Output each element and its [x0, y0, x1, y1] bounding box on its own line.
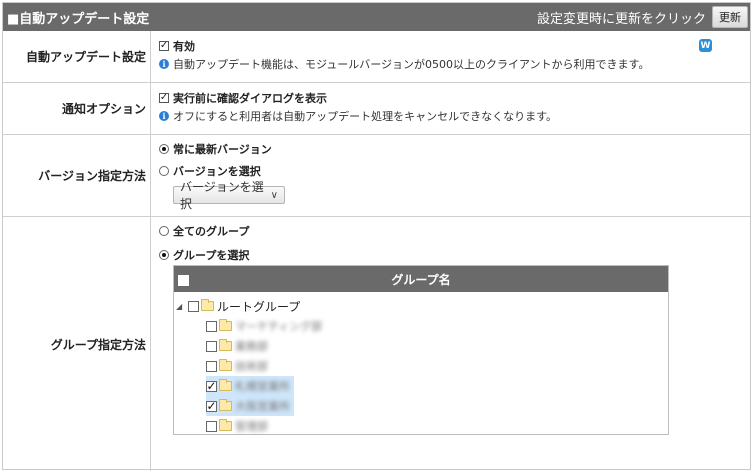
row-notify-option: 通知オプション ✓ 実行前に確認ダイアログを表示 i オフにすると利用者は自動ア…: [3, 83, 750, 135]
panel-header: ■自動アップデート設定 設定変更時に更新をクリック 更新: [3, 3, 750, 31]
tree-item-selected[interactable]: ✓ 大阪営業所: [206, 396, 294, 416]
auto-update-info-text: 自動アップデート機能は、モジュールバージョンが0500以上のクライアントから利用…: [173, 58, 650, 71]
info-icon: i: [159, 59, 169, 69]
tree-item-label: マーケティング部: [235, 320, 323, 333]
row-group-method: グループ指定方法 全てのグループ グループを選択 グループ名 ◢ ルートグループ…: [3, 217, 750, 471]
update-button[interactable]: 更新: [712, 6, 748, 28]
tree-checkbox[interactable]: [206, 340, 217, 352]
chevron-down-icon: ∨: [270, 189, 278, 201]
tree-item[interactable]: マーケティング部: [206, 316, 322, 336]
group-table-header: グループ名: [174, 266, 668, 292]
tree-item-label: 札幌営業所: [235, 380, 290, 393]
tree-checkbox[interactable]: [188, 300, 199, 312]
folder-icon: [219, 359, 232, 371]
confirm-dialog-checkbox-row[interactable]: ✓ 実行前に確認ダイアログを表示: [159, 89, 750, 107]
folder-icon: [219, 419, 232, 431]
tree-root-label: ルートグループ: [217, 299, 301, 314]
row-auto-update: 自動アップデート設定 ✓ 有効 i 自動アップデート機能は、モジュールバージョン…: [3, 31, 750, 83]
tree-checkbox[interactable]: [206, 320, 217, 332]
radio-latest-version[interactable]: [159, 144, 169, 154]
notify-info-text: オフにすると利用者は自動アップデート処理をキャンセルできなくなります。: [173, 110, 558, 123]
row-label-version: バージョン指定方法: [3, 135, 151, 216]
folder-icon: [201, 299, 214, 311]
help-w-icon[interactable]: W: [699, 39, 712, 52]
enable-checkbox-row[interactable]: ✓ 有効: [159, 37, 750, 55]
row-label-auto-update: 自動アップデート設定: [3, 31, 151, 82]
row-content-group: 全てのグループ グループを選択 グループ名 ◢ ルートグループ マーケティング部…: [151, 217, 750, 471]
radio-select-group-row[interactable]: グループを選択: [159, 246, 750, 264]
tree-checkbox-checked[interactable]: ✓: [206, 380, 217, 392]
tree-item-label: 大阪営業所: [235, 400, 290, 413]
folder-icon: [219, 319, 232, 331]
tree-item[interactable]: 技術部: [206, 356, 268, 376]
tree-item-selected[interactable]: ✓ 札幌営業所: [206, 376, 294, 396]
tree-expand-icon[interactable]: ◢: [176, 302, 188, 311]
update-hint: 設定変更時に更新をクリック: [536, 11, 706, 27]
folder-icon: [219, 339, 232, 351]
group-table: グループ名 ◢ ルートグループ マーケティング部 業務部 技術部 ✓ 札幌営業所…: [173, 265, 669, 435]
confirm-dialog-label: 実行前に確認ダイアログを表示: [173, 92, 327, 105]
radio-all-groups-label: 全てのグループ: [173, 225, 250, 238]
notify-info: i オフにすると利用者は自動アップデート処理をキャンセルできなくなります。: [159, 107, 750, 125]
row-content-version: 常に最新バージョン バージョンを選択 バージョンを選択 ∨: [151, 135, 750, 216]
radio-select-version-label: バージョンを選択: [173, 165, 261, 178]
radio-latest-version-label: 常に最新バージョン: [173, 143, 272, 156]
row-version-method: バージョン指定方法 常に最新バージョン バージョンを選択 バージョンを選択 ∨: [3, 135, 750, 217]
tree-root-row[interactable]: ◢ ルートグループ: [176, 296, 300, 316]
info-icon: i: [159, 111, 169, 121]
radio-all-groups-row[interactable]: 全てのグループ: [159, 222, 750, 240]
tree-item[interactable]: 業務部: [206, 336, 268, 356]
header-actions: 設定変更時に更新をクリック 更新: [537, 6, 750, 28]
tree-checkbox[interactable]: [206, 360, 217, 372]
radio-select-group-label: グループを選択: [173, 249, 250, 262]
enable-checkbox[interactable]: ✓: [159, 41, 169, 51]
tree-item-label: 管理部: [235, 420, 268, 433]
folder-icon: [219, 399, 232, 411]
tree-item-label: 技術部: [235, 360, 268, 373]
row-label-group: グループ指定方法: [3, 217, 151, 471]
panel-title: ■自動アップデート設定: [7, 11, 150, 27]
folder-icon: [219, 379, 232, 391]
auto-update-info: i 自動アップデート機能は、モジュールバージョンが0500以上のクライアントから…: [159, 55, 750, 73]
tree-checkbox-checked[interactable]: ✓: [206, 400, 217, 412]
row-content-auto-update: ✓ 有効 i 自動アップデート機能は、モジュールバージョンが0500以上のクライ…: [151, 31, 750, 82]
version-select[interactable]: バージョンを選択 ∨: [173, 180, 285, 211]
auto-update-settings-panel: ■自動アップデート設定 設定変更時に更新をクリック 更新 自動アップデート設定 …: [2, 2, 751, 471]
group-name-column: グループ名: [391, 272, 451, 287]
radio-select-group[interactable]: [159, 250, 169, 260]
row-label-notify: 通知オプション: [3, 83, 151, 134]
row-content-notify: ✓ 実行前に確認ダイアログを表示 i オフにすると利用者は自動アップデート処理を…: [151, 83, 750, 134]
radio-latest-version-row[interactable]: 常に最新バージョン: [159, 140, 750, 158]
tree-item[interactable]: 管理部: [206, 416, 268, 436]
tree-checkbox[interactable]: [206, 420, 217, 432]
version-select-wrap: バージョンを選択 ∨: [173, 180, 750, 211]
tree-item-label: 業務部: [235, 340, 268, 353]
radio-all-groups[interactable]: [159, 226, 169, 236]
version-select-value: バージョンを選択: [180, 180, 264, 211]
confirm-dialog-checkbox[interactable]: ✓: [159, 93, 169, 103]
select-all-checkbox[interactable]: [178, 275, 189, 286]
radio-select-version[interactable]: [159, 166, 169, 176]
enable-checkbox-label: 有効: [173, 40, 195, 53]
